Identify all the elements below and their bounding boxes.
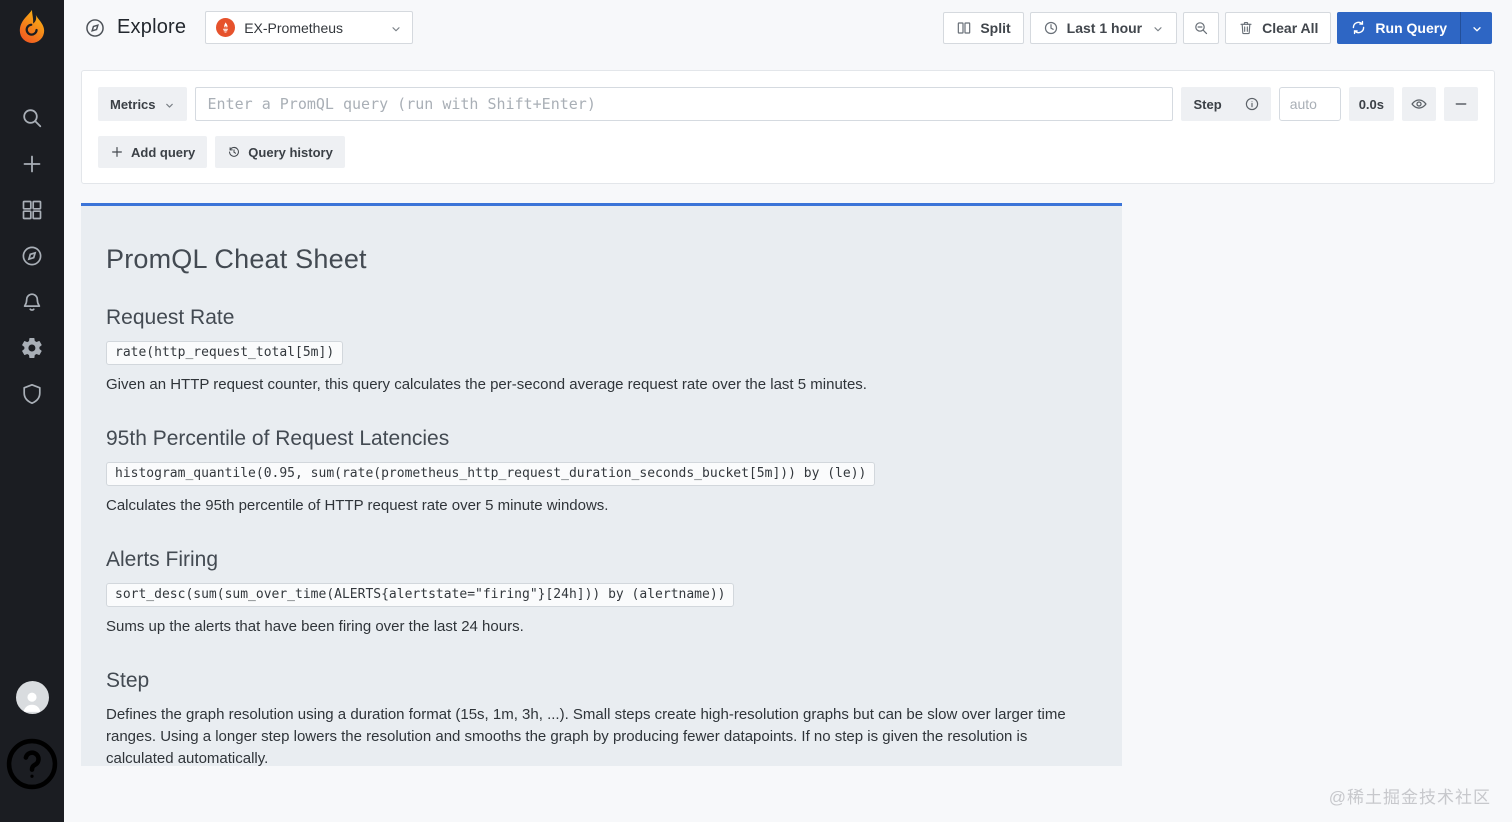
split-label: Split — [980, 19, 1011, 36]
query-duration-value: 0.0s — [1358, 96, 1384, 112]
promql-example-code[interactable]: sort_desc(sum(sum_over_time(ALERTS{alert… — [106, 583, 735, 608]
watermark: @稀土掘金技术社区 — [1328, 788, 1491, 807]
eye-icon — [1410, 95, 1428, 113]
add-query-button[interactable]: Add query — [98, 136, 208, 168]
section-heading: Alerts Firing — [106, 548, 219, 572]
section-description: Calculates the 95th percentile of HTTP r… — [106, 497, 609, 515]
time-range-label: Last 1 hour — [1066, 19, 1143, 36]
run-query-button[interactable]: Run Query — [1337, 12, 1460, 44]
shield-icon[interactable] — [20, 382, 44, 406]
promql-query-input[interactable] — [194, 87, 1173, 121]
cheat-sheet-section: Request Rate rate(http_request_total[5m]… — [106, 306, 1097, 396]
search-icon[interactable] — [20, 106, 44, 130]
query-row: Metrics Step 0.0s — [98, 87, 1478, 121]
datasource-selected-label: EX-Prometheus — [244, 19, 344, 36]
toggle-query-visibility-button[interactable] — [1402, 87, 1436, 121]
page-header: Explore EX-Prometheus Split Last 1 hour … — [64, 0, 1512, 55]
minus-icon — [1453, 96, 1469, 112]
query-editor-card: Metrics Step 0.0s — [81, 70, 1495, 184]
split-button[interactable]: Split — [943, 11, 1024, 44]
clear-all-label: Clear All — [1262, 19, 1319, 36]
query-duration-badge: 0.0s — [1348, 87, 1394, 121]
zoom-out-icon — [1193, 20, 1209, 36]
chevron-down-icon — [1471, 22, 1483, 34]
clear-all-button[interactable]: Clear All — [1225, 11, 1332, 44]
time-range-picker[interactable]: Last 1 hour — [1029, 11, 1178, 44]
section-heading: Request Rate — [106, 306, 235, 329]
section-heading: 95th Percentile of Request Latencies — [106, 427, 450, 451]
query-history-button[interactable]: Query history — [215, 136, 345, 168]
bell-icon[interactable] — [20, 290, 44, 314]
header-toolbar: Split Last 1 hour Clear All Run Query — [943, 11, 1492, 44]
run-query-button-group: Run Query — [1337, 11, 1492, 44]
run-query-dropdown-button[interactable] — [1460, 11, 1492, 44]
section-description: Defines the graph resolution using a dur… — [106, 706, 1066, 766]
header-left: Explore EX-Prometheus — [84, 11, 414, 44]
gear-icon[interactable] — [20, 336, 44, 360]
query-mode-label: Metrics — [110, 96, 156, 112]
query-actions-row: Add query Query history — [98, 136, 1478, 168]
run-query-label: Run Query — [1375, 19, 1447, 36]
section-description: Sums up the alerts that have been firing… — [106, 618, 524, 636]
history-icon — [227, 145, 241, 159]
cheat-sheet-title: PromQL Cheat Sheet — [106, 244, 367, 274]
chevron-down-icon — [164, 99, 175, 110]
datasource-picker[interactable]: EX-Prometheus — [205, 11, 414, 44]
help-question-icon[interactable] — [0, 732, 64, 796]
promql-example-code[interactable]: rate(http_request_total[5m]) — [106, 341, 344, 365]
dashboards-grid-icon[interactable] — [20, 198, 44, 222]
page-title: Explore — [117, 16, 187, 38]
sidebar-bottom — [0, 681, 64, 796]
add-query-label: Add query — [131, 144, 196, 160]
user-avatar[interactable] — [15, 681, 49, 714]
split-pane-icon — [956, 20, 972, 36]
trash-icon — [1238, 20, 1254, 36]
step-label: Step — [1193, 96, 1222, 112]
cheat-sheet-section: Alerts Firing sort_desc(sum(sum_over_tim… — [106, 548, 1097, 638]
plus-icon — [110, 145, 124, 159]
step-field-label: Step — [1180, 87, 1271, 121]
cheat-sheet-section: Step Defines the graph resolution using … — [106, 669, 1097, 766]
section-description: Given an HTTP request counter, this quer… — [106, 376, 867, 393]
prometheus-logo-icon — [216, 18, 236, 37]
sidebar-nav — [20, 106, 44, 406]
plus-icon[interactable] — [20, 152, 44, 176]
promql-cheat-sheet-panel: PromQL Cheat Sheet Request Rate rate(htt… — [81, 203, 1122, 766]
promql-example-code[interactable]: histogram_quantile(0.95, sum(rate(promet… — [106, 462, 876, 487]
compass-icon[interactable] — [20, 244, 44, 268]
info-circle-icon[interactable] — [1244, 96, 1260, 112]
section-heading: Step — [106, 669, 150, 693]
query-history-label: Query history — [248, 144, 333, 160]
remove-query-button[interactable] — [1444, 87, 1478, 121]
explore-page: Explore EX-Prometheus Split Last 1 hour … — [64, 0, 1512, 822]
grafana-logo[interactable] — [13, 8, 51, 46]
clock-icon — [1043, 20, 1059, 36]
explore-compass-icon — [84, 17, 106, 39]
query-mode-dropdown[interactable]: Metrics — [98, 87, 187, 121]
zoom-out-button[interactable] — [1183, 11, 1220, 44]
refresh-icon — [1350, 19, 1367, 36]
explore-content: Metrics Step 0.0s — [64, 55, 1512, 822]
chevron-down-icon — [1152, 22, 1164, 34]
cheat-sheet-section: 95th Percentile of Request Latencies his… — [106, 427, 1097, 517]
chevron-down-icon — [390, 22, 402, 34]
nav-sidebar — [0, 0, 64, 822]
step-input[interactable] — [1278, 87, 1341, 121]
